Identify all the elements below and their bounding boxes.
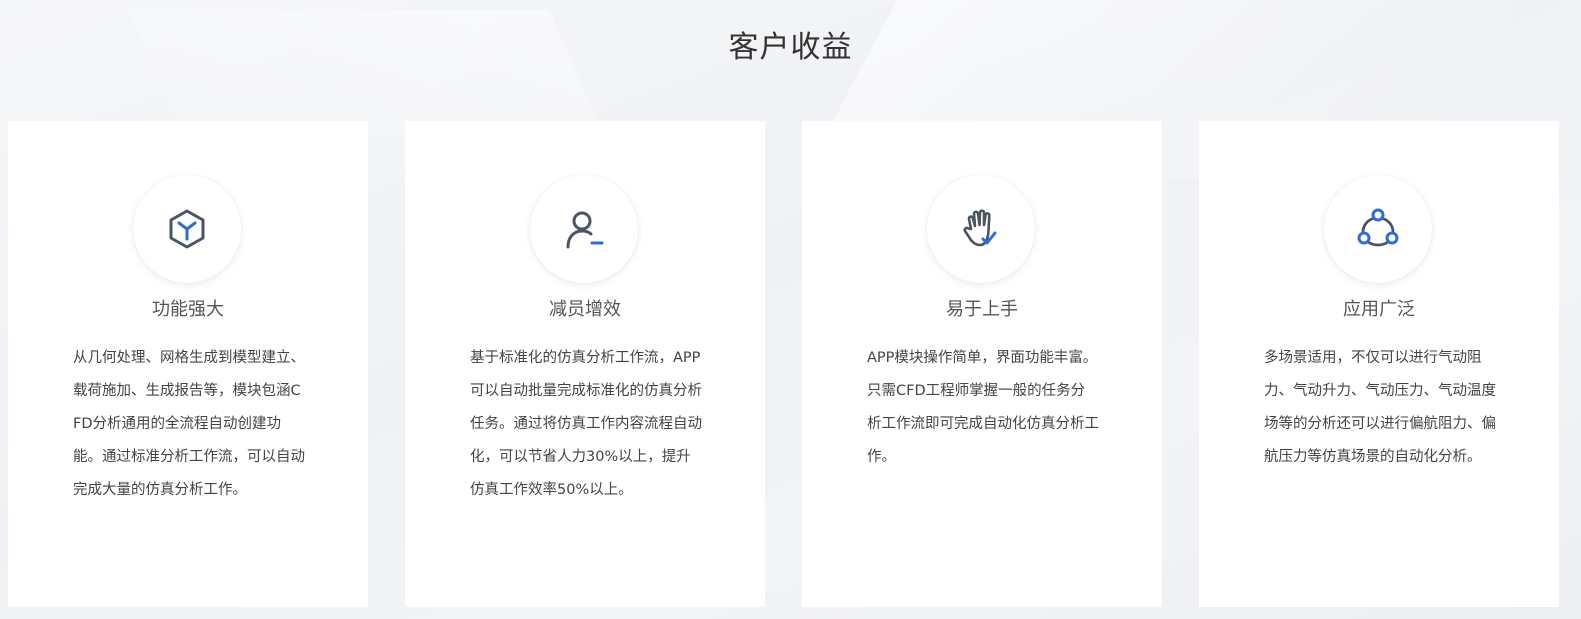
card-description: 多场景适用，不仅可以进行气动阻力、气动升力、气动压力、气动温度场等的分析还可以进… bbox=[1264, 350, 1496, 465]
benefit-cards: 功能强大 从几何处理、网格生成到模型建立、载荷施加、生成报告等，模块包涵CFD分… bbox=[8, 121, 1560, 607]
benefit-card-easy: 易于上手 APP模块操作简单，界面功能丰富。只需CFD工程师掌握一般的任务分析工… bbox=[802, 121, 1162, 607]
card-description: 从几何处理、网格生成到模型建立、载荷施加、生成报告等，模块包涵CFD分析通用的全… bbox=[73, 350, 305, 498]
benefit-card-powerful: 功能强大 从几何处理、网格生成到模型建立、载荷施加、生成报告等，模块包涵CFD分… bbox=[8, 121, 368, 607]
network-icon bbox=[1324, 175, 1432, 283]
benefit-card-efficiency: 减员增效 基于标准化的仿真分析工作流，APP可以自动批量完成标准化的仿真分析任务… bbox=[405, 121, 765, 607]
card-title: 应用广泛 bbox=[1343, 299, 1415, 320]
card-title: 功能强大 bbox=[152, 299, 224, 320]
user-minus-icon bbox=[530, 175, 638, 283]
benefit-card-wide-application: 应用广泛 多场景适用，不仅可以进行气动阻力、气动升力、气动压力、气动温度场等的分… bbox=[1199, 121, 1559, 607]
card-description: 基于标准化的仿真分析工作流，APP可以自动批量完成标准化的仿真分析任务。通过将仿… bbox=[470, 350, 702, 498]
cube-icon bbox=[133, 175, 241, 283]
hand-icon bbox=[927, 175, 1035, 283]
card-title: 易于上手 bbox=[946, 299, 1018, 320]
card-title: 减员增效 bbox=[549, 299, 621, 320]
section-title: 客户收益 bbox=[728, 30, 853, 65]
card-description: APP模块操作简单，界面功能丰富。只需CFD工程师掌握一般的任务分析工作流即可完… bbox=[867, 350, 1099, 465]
